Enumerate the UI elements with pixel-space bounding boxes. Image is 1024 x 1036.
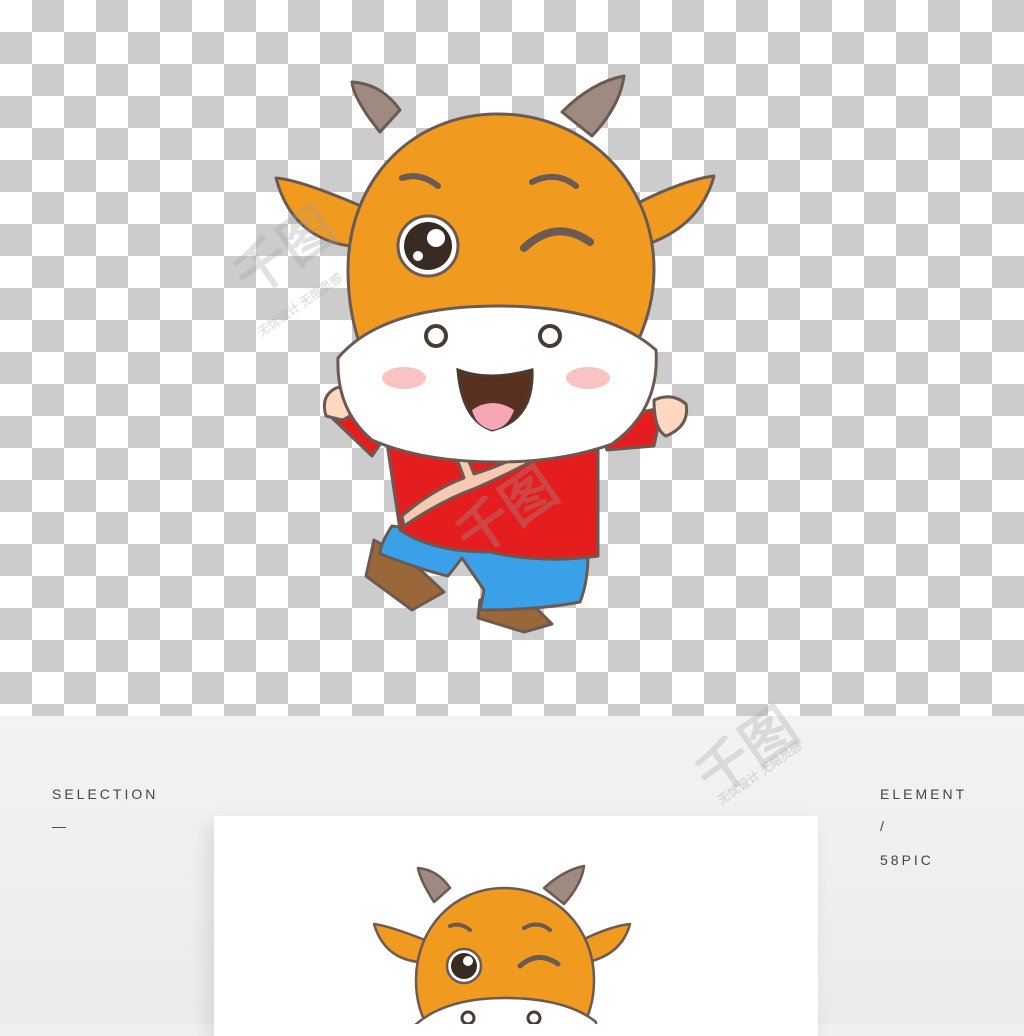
right-title: ELEMENT xyxy=(880,786,968,802)
right-site: 58PIC xyxy=(880,852,934,868)
right-nostril xyxy=(538,324,562,348)
left-title: SELECTION xyxy=(52,786,159,802)
right-hand xyxy=(652,395,689,438)
right-cheek xyxy=(566,367,610,389)
left-cheek xyxy=(382,367,426,389)
left-nostril xyxy=(424,324,448,348)
right-slash: / xyxy=(880,818,887,834)
left-horn xyxy=(350,80,402,134)
right-horn xyxy=(560,74,626,138)
left-dash: — xyxy=(52,818,69,834)
ox-mascot-preview xyxy=(372,864,632,1024)
ox-mascot-main xyxy=(274,74,716,634)
